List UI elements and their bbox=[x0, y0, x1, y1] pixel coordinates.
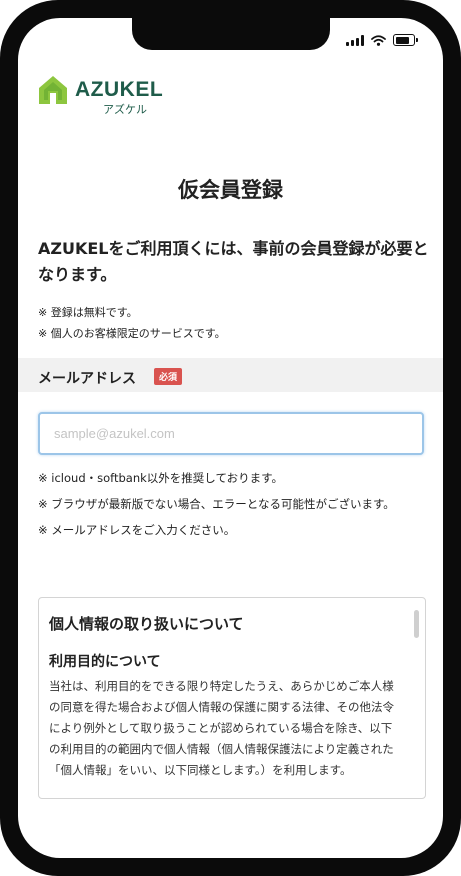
note-individual: ※ 個人のお客様限定のサービスです。 bbox=[38, 327, 226, 340]
email-note-enter: ※ メールアドレスをご入力ください。 bbox=[38, 523, 236, 537]
email-notes: ※ icloud・softbank以外を推奨しております。 ※ ブラウザが最新版… bbox=[38, 468, 428, 540]
battery-icon bbox=[393, 34, 418, 46]
required-badge: 必須 bbox=[154, 368, 183, 385]
lead-text: AZUKELをご利用頂くには、事前の会員登録が必要となります。 bbox=[38, 239, 429, 284]
screen: AZUKEL アズケル 仮会員登録 AZUKELをご利用頂くには、事前の会員登録… bbox=[18, 18, 443, 858]
privacy-policy-box[interactable]: 個人情報の取り扱いについて 利用目的について 当社は、利用目的をできる限り特定し… bbox=[38, 597, 426, 799]
house-logo-icon bbox=[39, 76, 67, 104]
email-label-band: メールアドレス 必須 bbox=[18, 358, 443, 392]
privacy-scrollbar[interactable] bbox=[414, 610, 419, 638]
page-title: 仮会員登録 bbox=[178, 178, 283, 202]
azukel-logo[interactable]: AZUKEL アズケル bbox=[37, 74, 164, 117]
privacy-heading: 個人情報の取り扱いについて bbox=[49, 615, 244, 633]
email-input[interactable] bbox=[38, 412, 424, 455]
note-free: ※ 登録は無料です。 bbox=[38, 306, 138, 319]
email-label: メールアドレス bbox=[38, 371, 136, 387]
privacy-subheading: 利用目的について bbox=[49, 654, 161, 670]
brand-kana: アズケル bbox=[103, 103, 147, 116]
status-bar bbox=[346, 34, 418, 46]
email-note-carrier: ※ icloud・softbank以外を推奨しております。 bbox=[38, 471, 283, 485]
phone-frame: AZUKEL アズケル 仮会員登録 AZUKELをご利用頂くには、事前の会員登録… bbox=[0, 0, 461, 876]
wifi-icon bbox=[371, 34, 386, 46]
privacy-body: 当社は、利用目的をできる限り特定したうえ、あらかじめご本人様の同意を得た場合およ… bbox=[49, 679, 394, 777]
signal-icon bbox=[346, 34, 364, 46]
notch bbox=[132, 18, 330, 50]
brand-name: AZUKEL bbox=[75, 78, 164, 101]
email-note-browser: ※ ブラウザが最新版でない場合、エラーとなる可能性がございます。 bbox=[38, 497, 395, 511]
logo-text: AZUKEL アズケル bbox=[75, 78, 164, 117]
